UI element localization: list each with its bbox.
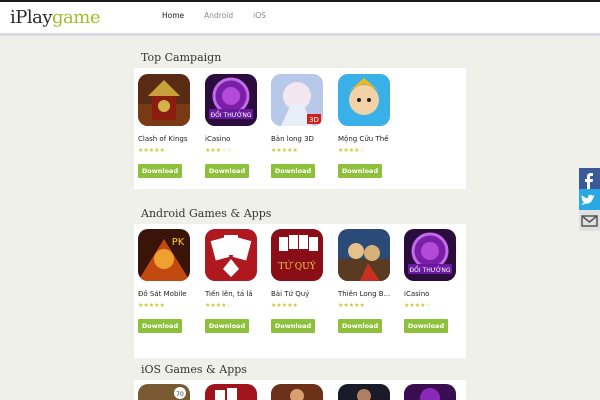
twitter-icon [581,194,595,205]
download-button[interactable]: Download [271,164,315,178]
game-name[interactable]: Tiến lên, tá lả [205,290,269,299]
icon-badge-text: PK [172,237,185,248]
game-name[interactable]: Đồ Sát Mobile [138,290,202,299]
logo-text-2: ay [32,7,53,28]
rating-stars: ★★★★★ [271,147,298,154]
rating-stars: ★★★★★ [271,302,298,309]
game-name[interactable]: iCasino [205,135,269,144]
game-icon-ios-2[interactable] [205,384,257,400]
site-header: iPlaygame Home Android iOS [0,2,600,36]
game-icon-ios-3[interactable] [271,384,323,400]
game-name[interactable]: Bàn long 3D [271,135,335,144]
download-button[interactable]: Download [271,319,315,333]
game-icon-thien-long[interactable] [338,229,390,281]
game-icon-icasino[interactable]: ĐỔI THƯỞNG [404,229,456,281]
twitter-share-button[interactable] [579,189,600,210]
game-icon-bai-tu-quy[interactable]: TỨ QUÝ [271,229,323,281]
nav-home[interactable]: Home [152,4,194,28]
download-button[interactable]: Download [138,164,182,178]
site-logo[interactable]: iPlaygame [10,7,101,29]
download-button[interactable]: Download [205,319,249,333]
game-icon-ban-long-3d[interactable]: 3D [271,74,323,126]
icon-badge-text: 3D [309,116,319,124]
facebook-icon [585,173,593,189]
main-nav: Home Android iOS [152,4,276,28]
email-share-button[interactable] [579,210,600,231]
icon-badge-text: ĐỔI THƯỞNG [410,266,451,274]
logo-text-3: game [52,7,101,28]
rating-stars: ★★★★★ [138,147,165,154]
section-title-top-campaign: Top Campaign [141,51,222,64]
section-title-android: Android Games & Apps [141,207,272,220]
rating-stars: ★★★★☆ [404,302,431,309]
icon-badge-text: ĐỔI THƯỞNG [211,111,252,119]
nav-ios[interactable]: iOS [243,4,276,28]
email-icon [581,215,598,227]
game-icon-do-sat-mobile[interactable]: PK [138,229,190,281]
game-name[interactable]: Thiên Long B... [338,290,402,299]
rating-stars: ★★★★★ [338,302,365,309]
game-icon-ios-5[interactable] [404,384,456,400]
game-icon-ios-4[interactable] [338,384,390,400]
icon-badge-text: 70 [176,391,184,398]
section-title-ios: iOS Games & Apps [141,363,247,376]
rating-stars: ★★★★☆ [205,302,232,309]
rating-stars: ★★★★☆ [338,147,365,154]
game-name[interactable]: Mộng Cửu Thế [338,135,402,144]
game-icon-tien-len[interactable] [205,229,257,281]
game-icon-ios-1[interactable]: 70 [138,384,190,400]
rating-stars: ★★★☆☆ [205,147,232,154]
download-button[interactable]: Download [205,164,249,178]
download-button[interactable]: Download [338,319,382,333]
game-icon-mong-cuu-the[interactable] [338,74,390,126]
game-name[interactable]: iCasino [404,290,468,299]
game-name[interactable]: Clash of Kings [138,135,202,144]
facebook-share-button[interactable] [579,168,600,189]
download-button[interactable]: Download [138,319,182,333]
game-icon-icasino[interactable]: ĐỔI THƯỞNG [205,74,257,126]
icon-badge-text: TỨ QUÝ [278,260,316,272]
nav-android[interactable]: Android [194,4,243,28]
logo-text-1: iPl [10,7,33,28]
download-button[interactable]: Download [338,164,382,178]
rating-stars: ★★★★★ [138,302,165,309]
download-button[interactable]: Download [404,319,448,333]
game-icon-clash-of-kings[interactable] [138,74,190,126]
game-name[interactable]: Bài Tứ Quý [271,290,335,299]
